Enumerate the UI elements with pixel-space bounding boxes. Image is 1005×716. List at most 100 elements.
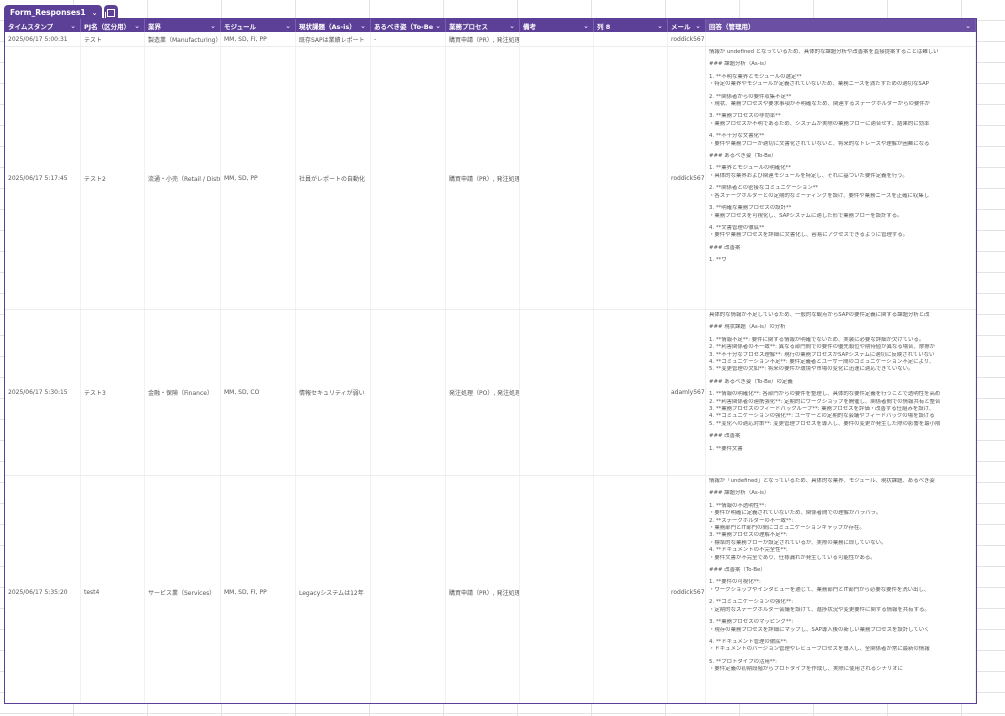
- email-cell[interactable]: roddick5671: [668, 32, 706, 46]
- answer-cell[interactable]: 具体的な情報が不足しているため、一般的な観点からSAPの要件定義に関する課題分析…: [706, 310, 976, 475]
- column-header-label: 業務プロセス: [449, 22, 488, 31]
- industry-cell[interactable]: 金融・保険（Finance）: [145, 310, 221, 475]
- process-cell[interactable]: 購買申請（PR）, 発注処理: [446, 476, 520, 703]
- answer-line: ### 現状課題（As-is）の分析: [709, 324, 786, 331]
- answer-line: ### あるべき姿（To-Be）: [709, 153, 777, 160]
- answer-line: 4. **文書管理の徹底**: [709, 224, 765, 231]
- pj-cell[interactable]: テスト3: [81, 310, 145, 475]
- email-cell[interactable]: adamly5671: [668, 310, 706, 475]
- column-header-4[interactable]: 現状課題（As-is） ⌄: [296, 19, 371, 32]
- asis-cell[interactable]: 情報セキュリティが弱い: [296, 310, 371, 475]
- table-row[interactable]: 2025/06/17 5:35:20 test4 サービス業（Services） MM…: [5, 476, 976, 703]
- table-row[interactable]: 2025/06/17 5:17:45 テスト2 流通・小売（Retail / Dis…: [5, 47, 976, 310]
- chevron-down-icon[interactable]: ⌄: [583, 22, 589, 30]
- note-cell[interactable]: [520, 310, 594, 475]
- answer-cell[interactable]: 情報が「undefined」となっているため、具体的な業界、モジュール、現状課題…: [706, 476, 976, 703]
- answer-line: 5. **変更管理の欠如**: 将来の要件が環境や市場の変化に迅速に適応できてい…: [709, 366, 914, 373]
- note-cell[interactable]: [520, 476, 594, 703]
- process-cell[interactable]: 発注処理（PO）, 発注処理: [446, 310, 520, 475]
- column-header-9[interactable]: メール ⌄: [668, 19, 706, 32]
- note-cell[interactable]: [520, 32, 594, 46]
- module-cell[interactable]: MM, SD, PP: [221, 47, 296, 309]
- column-header-label: 備考: [523, 22, 536, 31]
- column-header-2[interactable]: 業界 ⌄: [145, 19, 221, 32]
- email-cell[interactable]: roddick5671: [668, 476, 706, 703]
- column-header-label: PJ名（区分用）: [84, 22, 131, 31]
- tobe-cell[interactable]: [371, 310, 446, 475]
- answer-line: 1. **業界とモジュールの明確化**: [709, 165, 791, 172]
- chevron-down-icon[interactable]: ⌄: [509, 22, 515, 30]
- answer-line: 2. **関係者からの要件収集不足**: [709, 93, 792, 100]
- column-header-label: 現状課題（As-is）: [299, 22, 356, 31]
- industry-cell[interactable]: サービス業（Services）: [145, 476, 221, 703]
- chevron-down-icon[interactable]: ⌄: [70, 22, 76, 30]
- process-cell[interactable]: 購買申請（PR）, 発注処理: [446, 32, 520, 46]
- pj-cell[interactable]: テスト: [81, 32, 145, 46]
- timestamp-cell[interactable]: 2025/06/17 5:30:15: [5, 310, 81, 475]
- module-cell[interactable]: MM, SD, CO: [221, 310, 296, 475]
- column-header-7[interactable]: 備考 ⌄: [520, 19, 594, 32]
- table-row[interactable]: 2025/06/17 5:00:31 テスト 製造業（Manufacturing） M…: [5, 32, 976, 47]
- chevron-down-icon[interactable]: ⌄: [965, 22, 971, 30]
- timestamp-cell[interactable]: 2025/06/17 5:00:31: [5, 32, 81, 46]
- email-cell[interactable]: roddick5671: [668, 47, 706, 309]
- answer-line: 2. **利害関係者の連携強化**: 定期的にワークショップを開催し、関係者間で…: [709, 398, 941, 405]
- timestamp-cell[interactable]: 2025/06/17 5:35:20: [5, 476, 81, 703]
- column-header-10[interactable]: 回答（管理用） ⌄: [706, 19, 976, 32]
- answer-line: ・要件文書が不完全であり、仕様漏れが発生している可能性がある。: [709, 554, 876, 561]
- chevron-down-icon[interactable]: ⌄: [435, 22, 441, 30]
- table-row[interactable]: 2025/06/17 5:30:15 テスト3 金融・保険（Finance） MM, …: [5, 310, 976, 476]
- answer-line: 4. **コミュニケーションの強化**: ユーザーとの定期的な会議やフィードバッ…: [709, 413, 935, 420]
- answer-line: 1. **情報の明確化**: 各部門からの要件を整理し、具体的な要件定義を行うこ…: [709, 391, 941, 398]
- answer-line: 具体的な情報が不足しているため、一般的な観点からSAPの要件定義に関する課題分析…: [709, 312, 930, 318]
- chevron-down-icon[interactable]: ⌄: [285, 22, 291, 30]
- module-cell[interactable]: MM, SD, FI, PP: [221, 476, 296, 703]
- answer-line: ・ワークショップやインタビューを通じて、業務部門とIT部門から必要な要件を洗い出…: [709, 586, 930, 593]
- industry-cell[interactable]: 流通・小売（Retail / Distribution）: [145, 47, 221, 309]
- asis-cell[interactable]: 既存SAPは業績レポート: [296, 32, 371, 46]
- answer-line: ・業務部門とIT部門の間にコミュニケーションギャップが存在。: [709, 525, 865, 532]
- chevron-down-icon[interactable]: ⌄: [92, 9, 98, 17]
- pj-cell[interactable]: テスト2: [81, 47, 145, 309]
- col8-cell[interactable]: [594, 47, 668, 309]
- answer-line: ・各ステークホルダーとの定期的なミーティングを設け、要件や業務ニーズを正確に収集…: [709, 192, 930, 199]
- answer-line: ・標準的な業務フローが設定されているが、実際の業務に即していない。: [709, 539, 887, 546]
- column-header-3[interactable]: モジュール ⌄: [221, 19, 296, 32]
- asis-cell[interactable]: 社員がレポートの自動化: [296, 47, 371, 309]
- chevron-down-icon[interactable]: ⌄: [360, 22, 366, 30]
- answer-line: ・要件定義の初期段階からプロトタイプを作成し、実際に使用されるシナリオに: [709, 666, 904, 673]
- tobe-cell[interactable]: [371, 47, 446, 309]
- table-header: タイムスタンプ ⌄ PJ名（区分用） ⌄ 業界 ⌄ モジュール ⌄ 現状課題（As-is） ⌄ ある…: [5, 19, 976, 32]
- chevron-down-icon[interactable]: ⌄: [657, 22, 663, 30]
- tobe-cell[interactable]: -: [371, 32, 446, 46]
- column-header-1[interactable]: PJ名（区分用） ⌄: [81, 19, 145, 32]
- column-header-label: タイムスタンプ: [8, 22, 54, 31]
- chevron-down-icon[interactable]: ⌄: [210, 22, 216, 30]
- tobe-cell[interactable]: [371, 476, 446, 703]
- industry-cell[interactable]: 製造業（Manufacturing）: [145, 32, 221, 46]
- answer-line: 3. **不十分なプロセス理解**: 現行の業務プロセスがSAPシステムに適切に…: [709, 351, 935, 358]
- column-header-6[interactable]: 業務プロセス ⌄: [446, 19, 520, 32]
- column-header-0[interactable]: タイムスタンプ ⌄: [5, 19, 81, 32]
- col8-cell[interactable]: [594, 32, 668, 46]
- col8-cell[interactable]: [594, 476, 668, 703]
- answer-cell[interactable]: 情報が undefined となっているため、具体的な課題分析や改善案を直接提案…: [706, 47, 976, 309]
- asis-cell[interactable]: Legacyシステムは12年: [296, 476, 371, 703]
- answer-cell[interactable]: [706, 32, 976, 46]
- answer-line: 4. **コミュニケーション不足**: 要件定義者とユーザー間のコミュニケーショ…: [709, 359, 935, 366]
- col8-cell[interactable]: [594, 310, 668, 475]
- chevron-down-icon[interactable]: ⌄: [695, 22, 701, 30]
- answer-line: ・現存の業務プロセスを詳細にマップし、SAP導入後の新しい業務プロセスを設計して…: [709, 626, 930, 633]
- column-header-label: 列 8: [597, 22, 611, 31]
- column-header-8[interactable]: 列 8 ⌄: [594, 19, 668, 32]
- answer-line: 3. **業務プロセスのフィードバックループ**: 業務プロセスを評価・改善する…: [709, 406, 935, 413]
- module-cell[interactable]: MM, SD, FI, PP: [221, 32, 296, 46]
- answer-line: 1. **要件文書: [709, 445, 743, 452]
- timestamp-cell[interactable]: 2025/06/17 5:17:45: [5, 47, 81, 309]
- column-header-5[interactable]: あるべき姿（To-Be） ⌄: [371, 19, 446, 32]
- process-cell[interactable]: 購買申請（PR）, 発注処理: [446, 47, 520, 309]
- note-cell[interactable]: [520, 47, 594, 309]
- answer-line: ・定期的なステークホルダー会議を設けて、進捗状況や変更要件に関する情報を共有する…: [709, 606, 930, 613]
- chevron-down-icon[interactable]: ⌄: [134, 22, 140, 30]
- pj-cell[interactable]: test4: [81, 476, 145, 703]
